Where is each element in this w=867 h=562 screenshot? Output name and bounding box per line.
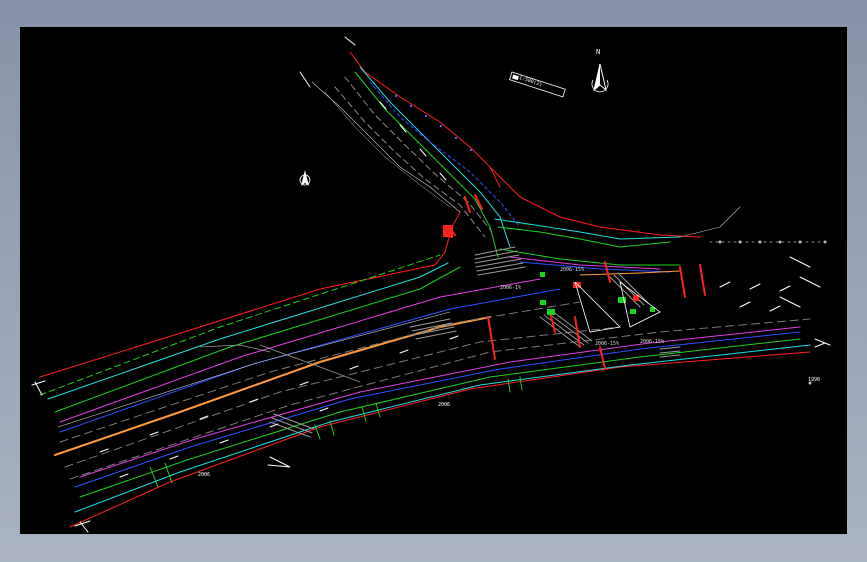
north-arrow (591, 63, 609, 93)
east-blue-mid (519, 261, 671, 273)
station-label-4: 2006-15% (640, 339, 665, 345)
cad-drawing-canvas[interactable]: N 1:500(2) 2006 2006 1990 2006-15% 2006-… (20, 27, 847, 534)
lane-white-1 (57, 311, 451, 428)
station-label-1: 2006-15% (560, 267, 585, 273)
east-orange-mid (579, 270, 681, 276)
lane-grey-1 (59, 301, 581, 443)
grey-ramp (259, 344, 361, 383)
boundary-dots-east (718, 240, 827, 385)
curb-cyan-north (47, 262, 449, 400)
red-signal-blocks (443, 225, 639, 301)
east-cyan-upper (494, 218, 681, 240)
dim-label-3: 1990 (808, 377, 821, 383)
nw-lane-cyan (359, 66, 511, 248)
nw-edge-red-east (349, 51, 501, 188)
traffic-island (574, 281, 621, 333)
road-edge-red-north (39, 211, 461, 378)
station-label-3: 2006-15% (595, 341, 620, 347)
traffic-island-2 (619, 281, 661, 328)
south-driveway-3 (507, 376, 523, 393)
nw-lane-green (354, 71, 499, 258)
section-markers (31, 36, 831, 533)
east-green-upper (497, 226, 671, 248)
east-grey-upper (679, 206, 741, 238)
nw-lane-white (324, 91, 451, 208)
road-edge-cyan-south (74, 344, 811, 513)
east-red-upper (489, 166, 701, 238)
curb-blue-south (74, 331, 801, 488)
dim-label-2: 2006 (198, 472, 211, 478)
nw-edge-white-west (311, 81, 461, 213)
small-compass (299, 170, 311, 186)
station-label-2: 2006-1% (500, 285, 522, 291)
nw-lane-blue (369, 81, 521, 228)
lane-arrow-marks (99, 101, 821, 478)
green-signal-markers (540, 272, 655, 315)
nw-lane-grey (334, 86, 486, 238)
road-plan-drawing (31, 36, 831, 533)
dim-label-1: 2006 (438, 402, 451, 408)
north-letter: N (596, 48, 601, 56)
